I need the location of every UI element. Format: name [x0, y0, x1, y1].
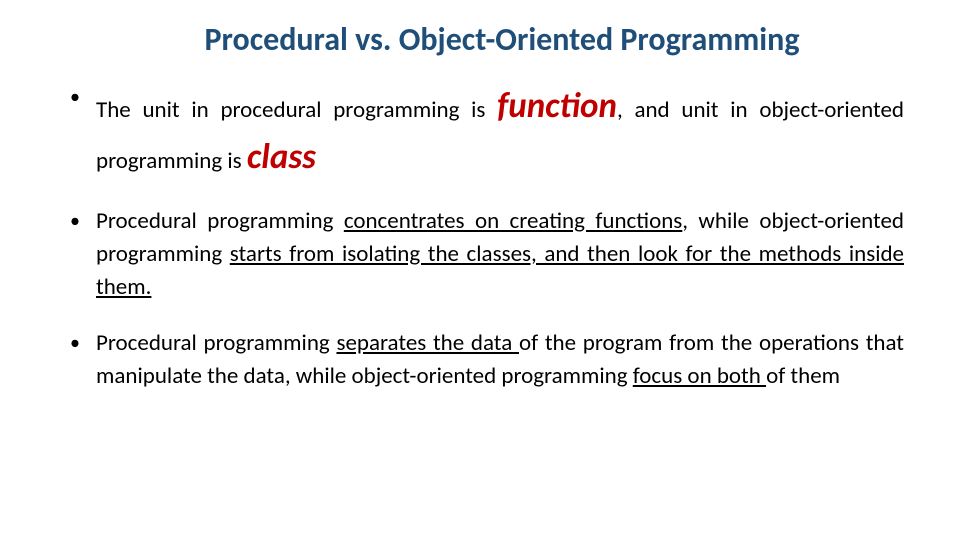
list-item: The unit in procedural programming is fu…	[60, 81, 904, 183]
underline-run: separates the data	[336, 329, 519, 357]
text-run: Procedural programming	[96, 207, 344, 235]
bullet-list: The unit in procedural programming is fu…	[60, 81, 904, 393]
emphasis-function: function	[497, 85, 617, 127]
slide: Procedural vs. Object-Oriented Programmi…	[0, 0, 964, 539]
text-run: The unit in procedural programming is	[96, 96, 497, 124]
slide-title: Procedural vs. Object-Oriented Programmi…	[60, 20, 904, 59]
emphasis-class: class	[247, 136, 316, 178]
underline-run: concentrates on creating functions	[344, 207, 682, 235]
text-run: of them	[766, 362, 840, 390]
text-run: Procedural programming	[96, 329, 336, 357]
underline-run: focus on both	[633, 362, 766, 390]
list-item: Procedural programming concentrates on c…	[60, 205, 904, 305]
list-item: Procedural programming separates the dat…	[60, 327, 904, 394]
